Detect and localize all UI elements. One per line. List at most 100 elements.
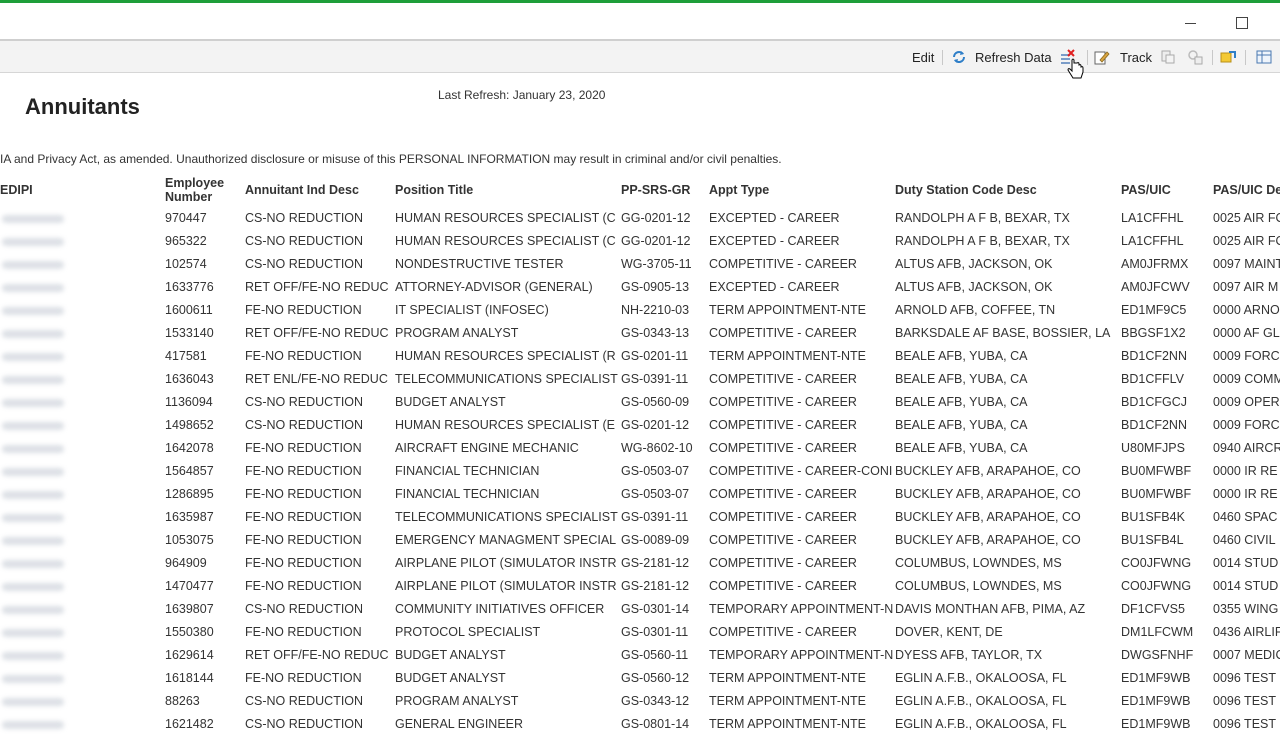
table-row[interactable]: 1633776 RET OFF/FE-NO REDUC ATTORNEY-ADVIS… bbox=[0, 276, 1280, 299]
table-cell-pos: IT SPECIALIST (INFOSEC) bbox=[395, 303, 549, 317]
redacted-edipi bbox=[2, 583, 64, 591]
table-cell-duty: BUCKLEY AFB, ARAPAHOE, CO bbox=[895, 464, 1081, 478]
table-row[interactable]: 1635987 FE-NO REDUCTION TELECOMMUNICATIONS… bbox=[0, 506, 1280, 529]
column-header-employee-number[interactable]: Employee Number bbox=[165, 176, 224, 204]
table-row[interactable]: 964909 FE-NO REDUCTION AIRPLANE PILOT (SIM… bbox=[0, 552, 1280, 575]
column-header-duty-station[interactable]: Duty Station Code Desc bbox=[895, 183, 1037, 197]
table-cell-pas: BU1SFB4L bbox=[1121, 533, 1184, 547]
table-cell-emp: 417581 bbox=[165, 349, 207, 363]
redacted-edipi bbox=[2, 629, 64, 637]
table-cell-pas: ED1MF9WB bbox=[1121, 717, 1191, 731]
table-row[interactable]: 1564857 FE-NO REDUCTION FINANCIAL TECHNICI… bbox=[0, 460, 1280, 483]
table-cell-duty: ALTUS AFB, JACKSON, OK bbox=[895, 280, 1053, 294]
table-cell-duty: BARKSDALE AF BASE, BOSSIER, LA bbox=[895, 326, 1111, 340]
table-cell-pas: AM0JFCWV bbox=[1121, 280, 1190, 294]
table-row[interactable]: 1621482 CS-NO REDUCTION GENERAL ENGINEER GS… bbox=[0, 713, 1280, 736]
table-row[interactable]: 1600611 FE-NO REDUCTION IT SPECIALIST (INF… bbox=[0, 299, 1280, 322]
redacted-edipi bbox=[2, 238, 64, 246]
redacted-edipi bbox=[2, 606, 64, 614]
table-cell-pas: CO0JFWNG bbox=[1121, 579, 1192, 593]
redacted-edipi bbox=[2, 215, 64, 223]
print-icon bbox=[1188, 50, 1203, 65]
export-icon bbox=[1161, 50, 1175, 64]
print-button[interactable] bbox=[1187, 41, 1203, 73]
table-cell-emp: 1286895 bbox=[165, 487, 214, 501]
alerts-button[interactable] bbox=[1220, 41, 1236, 73]
maximize-button[interactable] bbox=[1222, 9, 1262, 37]
table-row[interactable]: 102574 CS-NO REDUCTION NONDESTRUCTIVE TEST… bbox=[0, 253, 1280, 276]
layout-button[interactable] bbox=[1256, 41, 1272, 73]
table-row[interactable]: 1533140 RET OFF/FE-NO REDUC PROGRAM ANALYS… bbox=[0, 322, 1280, 345]
table-cell-pasd: 0096 TEST bbox=[1213, 671, 1277, 685]
table-cell-grade: NH-2210-03 bbox=[621, 303, 690, 317]
column-header-edipi[interactable]: EDIPI bbox=[0, 183, 33, 197]
table-cell-pos: FINANCIAL TECHNICIAN bbox=[395, 464, 540, 478]
track-button[interactable]: Track bbox=[1094, 41, 1152, 73]
table-row[interactable]: 1550380 FE-NO REDUCTION PROTOCOL SPECIALIS… bbox=[0, 621, 1280, 644]
table-cell-emp: 1564857 bbox=[165, 464, 214, 478]
table-cell-emp: 1629614 bbox=[165, 648, 214, 662]
table-row[interactable]: 1636043 RET ENL/FE-NO REDUC TELECOMMUNICAT… bbox=[0, 368, 1280, 391]
table-row[interactable]: 1286895 FE-NO REDUCTION FINANCIAL TECHNICI… bbox=[0, 483, 1280, 506]
table-row[interactable]: 1136094 CS-NO REDUCTION BUDGET ANALYST GS-0… bbox=[0, 391, 1280, 414]
table-cell-grade: GS-0391-11 bbox=[621, 510, 689, 524]
column-header-pas-uic-desc[interactable]: PAS/UIC De bbox=[1213, 183, 1280, 197]
table-cell-emp: 1621482 bbox=[165, 717, 214, 731]
table-cell-ind: CS-NO REDUCTION bbox=[245, 418, 364, 432]
table-cell-appt: COMPETITIVE - CAREER bbox=[709, 372, 857, 386]
table-row[interactable]: 1618144 FE-NO REDUCTION BUDGET ANALYST GS-0… bbox=[0, 667, 1280, 690]
table-cell-appt: COMPETITIVE - CAREER bbox=[709, 326, 857, 340]
table-cell-duty: BEALE AFB, YUBA, CA bbox=[895, 372, 1028, 386]
table-row[interactable]: 1629614 RET OFF/FE-NO REDUC BUDGET ANALYST… bbox=[0, 644, 1280, 667]
table-cell-grade: GS-0343-12 bbox=[621, 694, 690, 708]
table-cell-appt: EXCEPTED - CAREER bbox=[709, 280, 840, 294]
table-cell-appt: COMPETITIVE - CAREER-CONI bbox=[709, 464, 893, 478]
table-row[interactable]: 965322 CS-NO REDUCTION HUMAN RESOURCES SPE… bbox=[0, 230, 1280, 253]
table-row[interactable]: 1470477 FE-NO REDUCTION AIRPLANE PILOT (SI… bbox=[0, 575, 1280, 598]
table-cell-pas: BU0MFWBF bbox=[1121, 487, 1192, 501]
table-cell-pos: BUDGET ANALYST bbox=[395, 395, 506, 409]
column-header-position-title[interactable]: Position Title bbox=[395, 183, 473, 197]
table-cell-ind: RET OFF/FE-NO REDUC bbox=[245, 280, 389, 294]
table-cell-grade: GS-0560-09 bbox=[621, 395, 690, 409]
column-header-annuitant-ind-desc[interactable]: Annuitant Ind Desc bbox=[245, 183, 359, 197]
export-button[interactable] bbox=[1160, 41, 1176, 73]
table-row[interactable]: 1642078 FE-NO REDUCTION AIRCRAFT ENGINE ME… bbox=[0, 437, 1280, 460]
report-title: Annuitants bbox=[25, 94, 140, 119]
table-cell-appt: TEMPORARY APPOINTMENT-N bbox=[709, 602, 893, 616]
table-cell-emp: 1639807 bbox=[165, 602, 214, 616]
table-cell-pasd: 0000 AF GL bbox=[1213, 326, 1280, 340]
table-cell-ind: FE-NO REDUCTION bbox=[245, 671, 362, 685]
table-cell-pos: NONDESTRUCTIVE TESTER bbox=[395, 257, 564, 271]
table-row[interactable]: 970447 CS-NO REDUCTION HUMAN RESOURCES SPE… bbox=[0, 207, 1280, 230]
table-cell-grade: WG-3705-11 bbox=[621, 257, 692, 271]
column-header-pp-srs-gr[interactable]: PP-SRS-GR bbox=[621, 183, 690, 197]
table-cell-ind: FE-NO REDUCTION bbox=[245, 464, 362, 478]
table-cell-pasd: 0000 IR RE bbox=[1213, 487, 1278, 501]
refresh-data-button[interactable]: Refresh Data bbox=[951, 41, 1052, 73]
table-cell-pos: HUMAN RESOURCES SPECIALIST (C bbox=[395, 211, 616, 225]
table-cell-pos: PROTOCOL SPECIALIST bbox=[395, 625, 541, 639]
table-cell-pas: ED1MF9WB bbox=[1121, 671, 1191, 685]
table-cell-pasd: 0009 OPER bbox=[1213, 395, 1280, 409]
table-cell-pos: AIRPLANE PILOT (SIMULATOR INSTR bbox=[395, 579, 617, 593]
table-cell-duty: RANDOLPH A F B, BEXAR, TX bbox=[895, 211, 1070, 225]
table-cell-pas: DM1LFCWM bbox=[1121, 625, 1194, 639]
column-header-appt-type[interactable]: Appt Type bbox=[709, 183, 769, 197]
edit-button[interactable]: Edit bbox=[912, 41, 934, 73]
table-row[interactable]: 88263 CS-NO REDUCTION PROGRAM ANALYST GS-03… bbox=[0, 690, 1280, 713]
table-cell-emp: 965322 bbox=[165, 234, 207, 248]
table-row[interactable]: 1053075 FE-NO REDUCTION EMERGENCY MANAGMEN… bbox=[0, 529, 1280, 552]
column-header-pas-uic[interactable]: PAS/UIC bbox=[1121, 183, 1171, 197]
table-row[interactable]: 1639807 CS-NO REDUCTION COMMUNITY INITIATI… bbox=[0, 598, 1280, 621]
minimize-button[interactable] bbox=[1170, 9, 1210, 37]
table-cell-duty: BUCKLEY AFB, ARAPAHOE, CO bbox=[895, 510, 1081, 524]
table-row[interactable]: 1498652 CS-NO REDUCTION HUMAN RESOURCES SP… bbox=[0, 414, 1280, 437]
table-row[interactable]: 417581 FE-NO REDUCTION HUMAN RESOURCES SPE… bbox=[0, 345, 1280, 368]
table-cell-grade: WG-8602-10 bbox=[621, 441, 693, 455]
table-cell-pas: BD1CFGCJ bbox=[1121, 395, 1187, 409]
refresh-icon bbox=[953, 51, 965, 63]
redacted-edipi bbox=[2, 698, 64, 706]
table-cell-pos: TELECOMMUNICATIONS SPECIALIST bbox=[395, 372, 618, 386]
table-cell-grade: GS-0503-07 bbox=[621, 464, 690, 478]
